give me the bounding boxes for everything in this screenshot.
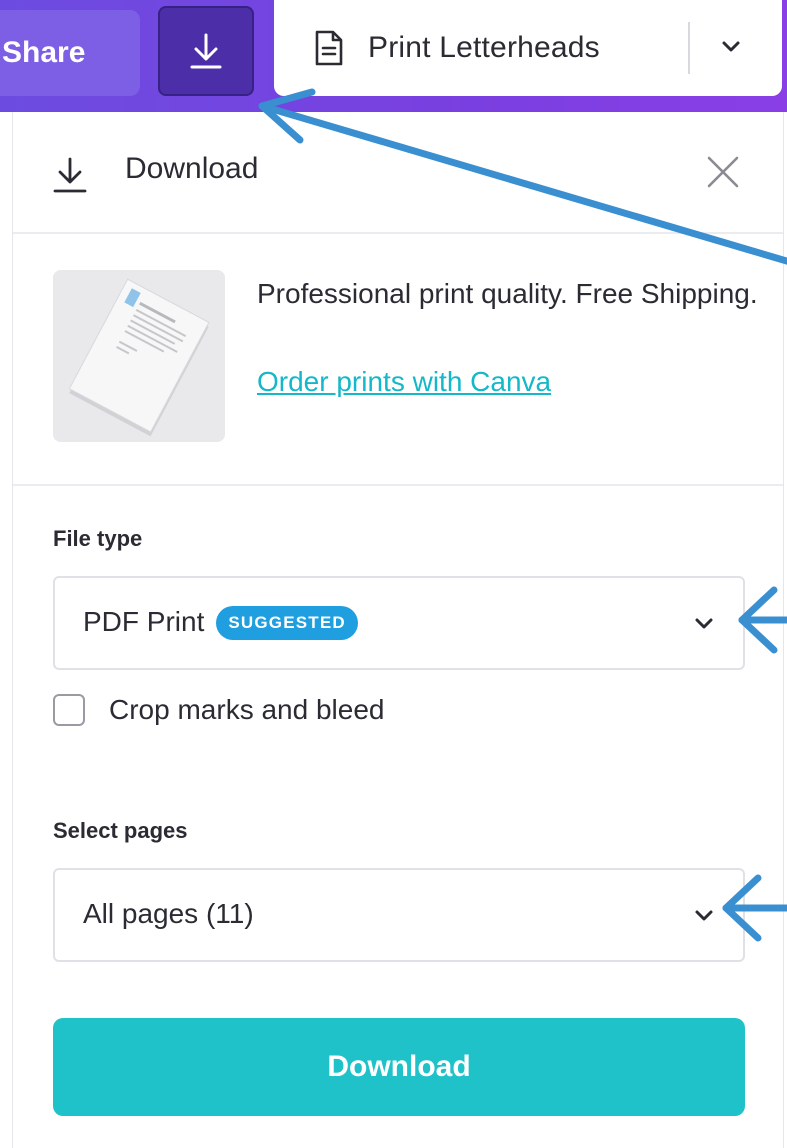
promo-text: Professional print quality. Free Shippin… <box>257 278 758 309</box>
select-pages-select[interactable]: All pages (11) <box>53 868 745 962</box>
close-icon[interactable] <box>703 152 743 192</box>
chevron-down-icon <box>695 910 713 921</box>
file-type-value: PDF Print SUGGESTED <box>83 606 358 640</box>
download-panel: Download Professional print quality. Fre… <box>12 112 784 1148</box>
crop-marks-label: Crop marks and bleed <box>109 694 385 725</box>
download-icon <box>190 33 222 69</box>
document-icon <box>315 30 343 66</box>
print-promo: Professional print quality. Free Shippin… <box>13 234 783 486</box>
suggested-badge: SUGGESTED <box>216 606 358 640</box>
button-divider <box>688 22 690 74</box>
select-pages-value: All pages (11) <box>83 898 254 929</box>
order-prints-link[interactable]: Order prints with Canva <box>257 360 551 404</box>
crop-marks-checkbox[interactable] <box>53 694 85 726</box>
download-button[interactable]: Download <box>53 1018 745 1116</box>
panel-header: Download <box>13 112 783 234</box>
panel-title: Download <box>125 152 259 185</box>
select-pages-label: Select pages <box>53 818 188 843</box>
print-letterheads-button[interactable]: Print Letterheads <box>274 0 782 96</box>
chevron-down-icon <box>695 618 713 629</box>
chevron-down-icon[interactable] <box>720 36 742 58</box>
toolbar-download-button[interactable] <box>158 6 254 96</box>
file-type-select[interactable]: PDF Print SUGGESTED <box>53 576 745 670</box>
download-icon <box>53 157 87 193</box>
crop-marks-option[interactable]: Crop marks and bleed <box>53 690 384 730</box>
top-toolbar: Share Print Letterheads <box>0 0 787 112</box>
file-type-label: File type <box>53 526 143 551</box>
letterhead-preview-image <box>53 270 225 442</box>
print-letterheads-label: Print Letterheads <box>368 31 600 64</box>
paper-stack-icon <box>53 270 225 442</box>
share-button[interactable]: Share <box>0 10 140 96</box>
file-type-value-text: PDF Print <box>83 606 205 637</box>
